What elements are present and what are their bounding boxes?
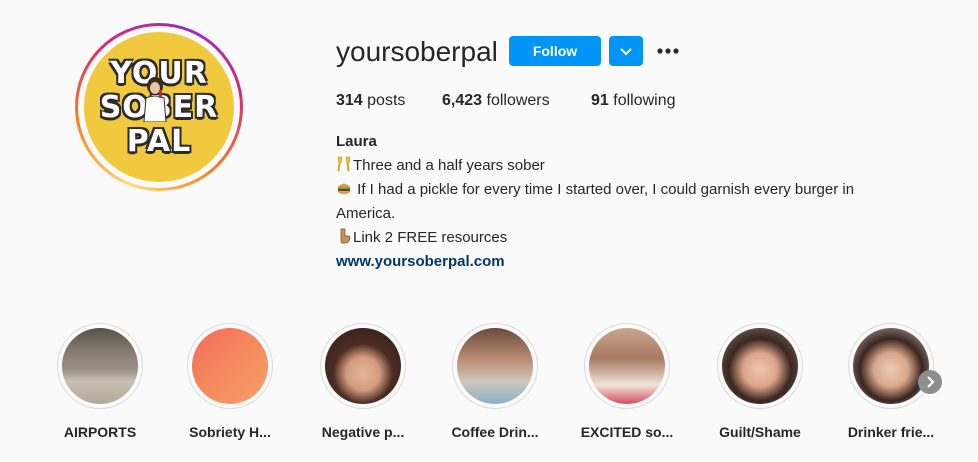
highlight-cover <box>722 328 798 404</box>
highlight-label: Negative p... <box>321 424 405 440</box>
highlight-label: Guilt/Shame <box>719 424 801 440</box>
highlight-item[interactable]: AIRPORTS <box>50 323 150 440</box>
highlight-label: Drinker frie... <box>847 424 935 440</box>
bio-line1-text: Three and a half years sober <box>353 157 545 174</box>
more-options-button[interactable] <box>654 38 682 64</box>
highlight-ring <box>717 323 803 409</box>
highlight-cover <box>325 328 401 404</box>
logo-figure-illustration <box>143 77 167 122</box>
highlight-cover <box>589 328 665 404</box>
highlight-cover <box>457 328 533 404</box>
followers-label: followers <box>486 92 550 109</box>
following-count: 91 <box>591 92 609 109</box>
pointing-down-hand-icon <box>340 228 351 244</box>
profile-username: yoursoberpal <box>336 36 498 67</box>
highlight-cover <box>192 328 268 404</box>
bio-name: Laura <box>336 133 377 150</box>
posts-label: posts <box>367 92 406 109</box>
highlight-ring <box>187 323 273 409</box>
following-label: following <box>613 92 676 109</box>
stat-posts: 314 posts <box>336 92 405 110</box>
highlight-ring <box>848 323 934 409</box>
chevron-right-icon <box>927 376 935 388</box>
champagne-toast-icon <box>337 156 351 172</box>
highlight-ring <box>584 323 670 409</box>
profile-avatar-ring[interactable]: YOUR SOBER PAL <box>75 23 243 191</box>
bio-website-link[interactable]: www.yoursoberpal.com <box>336 253 505 270</box>
highlight-ring <box>57 323 143 409</box>
more-options-icon <box>657 48 679 54</box>
highlight-label: Sobriety H... <box>189 424 271 440</box>
highlight-label: Coffee Drin... <box>451 424 539 440</box>
profile-avatar: YOUR SOBER PAL <box>84 32 234 182</box>
highlight-item[interactable]: Negative p... <box>313 323 413 440</box>
highlight-item[interactable]: Guilt/Shame <box>710 323 810 440</box>
burger-icon <box>338 183 350 194</box>
highlight-ring <box>320 323 406 409</box>
logo-line-3: PAL <box>126 124 192 159</box>
highlight-ring <box>452 323 538 409</box>
highlight-item[interactable]: Coffee Drin... <box>445 323 545 440</box>
stat-following[interactable]: 91 following <box>591 92 676 110</box>
chevron-down-icon <box>620 48 632 56</box>
follow-button[interactable]: Follow <box>509 36 601 66</box>
bio-line3-text: Link 2 FREE resources <box>353 229 508 246</box>
highlight-label: AIRPORTS <box>63 424 137 440</box>
bio-line-pickle: If I had a pickle for every time I start… <box>336 178 916 226</box>
posts-count: 314 <box>336 92 363 109</box>
followers-count: 6,423 <box>442 92 483 109</box>
suggested-dropdown-button[interactable] <box>609 36 643 66</box>
bio-line2-text: If I had a pickle for every time I start… <box>336 181 855 222</box>
bio-line-resources: Link 2 FREE resources <box>336 226 916 250</box>
highlights-next-button[interactable] <box>918 370 942 394</box>
highlight-item[interactable]: Sobriety H... <box>180 323 280 440</box>
highlight-label: EXCITED so... <box>580 424 674 440</box>
highlight-item[interactable]: EXCITED so... <box>577 323 677 440</box>
bio-line-sober: Three and a half years sober <box>336 154 916 178</box>
stat-followers[interactable]: 6,423 followers <box>442 92 550 110</box>
highlight-cover <box>62 328 138 404</box>
